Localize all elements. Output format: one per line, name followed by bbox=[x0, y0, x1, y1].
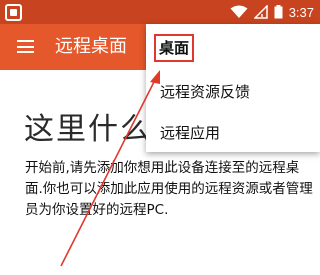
menu-item-apps-label: 远程应用 bbox=[160, 124, 221, 142]
app-square-icon bbox=[5, 4, 22, 21]
menu-item-desktop[interactable]: 桌面 bbox=[146, 34, 320, 74]
system-icons: 3:37 bbox=[230, 3, 314, 21]
overflow-dropdown-menu: 桌面 远程资源反馈 远程应用 bbox=[146, 24, 320, 152]
menu-item-remote-resource-feed[interactable]: 远程资源反馈 bbox=[146, 81, 320, 121]
battery-icon bbox=[274, 5, 283, 19]
app-title: 远程桌面 bbox=[55, 36, 127, 57]
menu-item-desktop-label: 桌面 bbox=[154, 34, 195, 62]
menu-item-remote-apps[interactable]: 远程应用 bbox=[146, 122, 320, 162]
wifi-icon bbox=[230, 5, 248, 18]
cell-signal-icon bbox=[253, 5, 268, 19]
status-bar: 3:37 bbox=[0, 0, 320, 24]
hamburger-menu-icon[interactable] bbox=[17, 40, 34, 53]
content-body: 开始前,请先添加你想用此设备连接至的远程桌面.你也可以添加此应用使用的远程资源或… bbox=[25, 160, 313, 218]
menu-item-feed-label: 远程资源反馈 bbox=[160, 83, 251, 101]
content-heading: 这里什么 bbox=[24, 112, 152, 147]
status-time: 3:37 bbox=[288, 4, 314, 20]
